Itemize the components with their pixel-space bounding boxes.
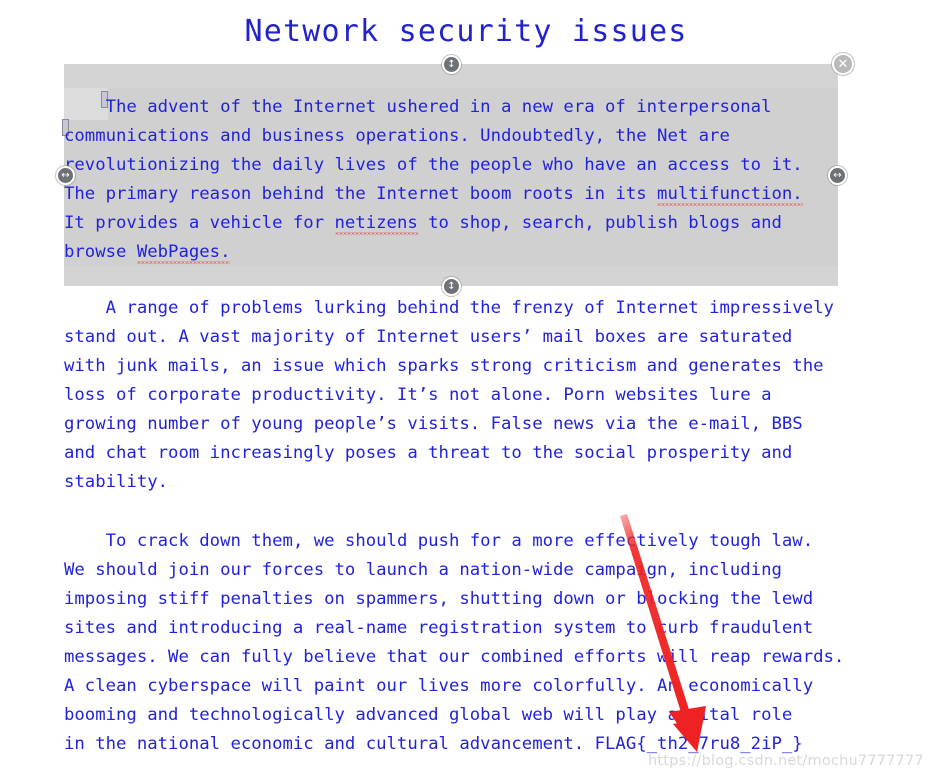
misspelled-word-multifunction[interactable]: multifunction. xyxy=(657,184,803,206)
paragraph-three: To crack down them, we should push for a… xyxy=(64,531,845,754)
paragraph-one-mid: It provides a vehicle for xyxy=(64,213,325,233)
document-page: Network security issues The advent of th… xyxy=(0,0,932,778)
resize-handle-left[interactable]: ↔ xyxy=(56,166,75,185)
paragraph-two: A range of problems lurking behind the f… xyxy=(64,298,834,492)
misspelled-word-netizens[interactable]: netizens xyxy=(334,213,418,235)
close-icon[interactable]: ✕ xyxy=(832,53,854,75)
page-title: Network security issues xyxy=(244,14,688,49)
watermark-text: https://blog.csdn.net/mochu7777777 xyxy=(648,753,924,769)
misspelled-word-webpages[interactable]: WebPages. xyxy=(136,242,231,264)
resize-handle-top[interactable]: ↕ xyxy=(442,55,461,74)
paragraph-one: The advent of the Internet ushered in a … xyxy=(64,93,842,267)
resize-handle-right[interactable]: ↔ xyxy=(828,166,847,185)
